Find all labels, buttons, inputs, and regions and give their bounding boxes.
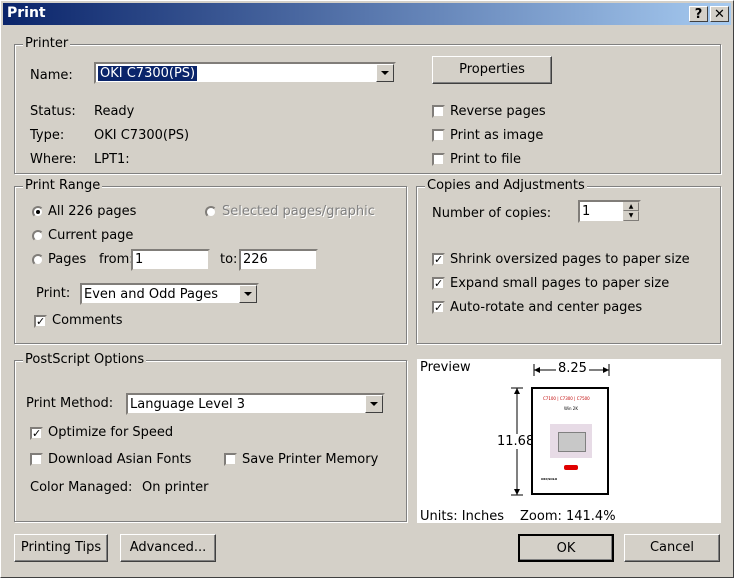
pages-radio[interactable] [32, 254, 44, 266]
shrink-label[interactable]: Shrink oversized pages to paper size [450, 252, 690, 267]
optimize-checkbox[interactable]: ✓ [30, 427, 43, 440]
download-fonts-label[interactable]: Download Asian Fonts [48, 452, 191, 467]
current-page-label[interactable]: Current page [48, 228, 133, 243]
from-input[interactable]: 1 [131, 249, 210, 271]
status-label: Status: [30, 104, 76, 119]
zoom-label: Zoom: 141.4% [520, 509, 616, 524]
save-memory-checkbox[interactable] [224, 453, 237, 466]
chevron-down-icon[interactable] [239, 285, 257, 303]
print-method-label: Print Method: [26, 396, 114, 411]
print-subset-select[interactable]: Even and Odd Pages [80, 283, 259, 305]
spin-up-icon[interactable]: ▲ [623, 202, 639, 211]
to-input[interactable]: 226 [239, 249, 318, 271]
printer-image [550, 424, 592, 458]
cancel-button[interactable]: Cancel [624, 534, 720, 562]
print-as-image-checkbox[interactable] [432, 129, 445, 142]
save-memory-label[interactable]: Save Printer Memory [242, 452, 378, 467]
num-copies-label: Number of copies: [432, 206, 552, 221]
autorotate-label[interactable]: Auto-rotate and center pages [450, 300, 642, 315]
reverse-pages-checkbox[interactable] [432, 105, 445, 118]
shrink-checkbox[interactable]: ✓ [432, 253, 445, 266]
printing-tips-button[interactable]: Printing Tips [14, 534, 108, 562]
selected-label: Selected pages/graphic [222, 204, 375, 219]
spin-down-icon[interactable]: ▼ [623, 211, 639, 221]
properties-button[interactable]: Properties [432, 56, 552, 84]
copies-group-label: Copies and Adjustments [425, 178, 587, 193]
title-bar[interactable]: Print ? ✕ [3, 3, 731, 25]
postscript-group-label: PostScript Options [23, 352, 147, 367]
printer-name-value: OKI C7300(PS) [96, 65, 199, 82]
printer-group-label: Printer [23, 36, 71, 51]
selected-radio [205, 206, 217, 218]
current-page-radio[interactable] [32, 230, 44, 242]
optimize-label[interactable]: Optimize for Speed [48, 425, 173, 440]
status-value: Ready [94, 104, 135, 119]
all-pages-label[interactable]: All 226 pages [48, 204, 136, 219]
type-label: Type: [30, 128, 65, 143]
page-thumbnail: C7100 | C7300 | C7500 Win 2K OKI/SOLO [531, 387, 609, 495]
width-dimension: 8.25 [556, 361, 589, 376]
download-fonts-checkbox[interactable] [30, 453, 43, 466]
print-as-image-label[interactable]: Print as image [450, 128, 543, 143]
ok-button[interactable]: OK [518, 534, 614, 562]
comments-label[interactable]: Comments [52, 313, 122, 328]
comments-checkbox[interactable]: ✓ [34, 315, 47, 328]
type-value: OKI C7300(PS) [94, 128, 190, 143]
autorotate-checkbox[interactable]: ✓ [432, 301, 445, 314]
expand-checkbox[interactable]: ✓ [432, 277, 445, 290]
num-copies-stepper[interactable]: 1 ▲ ▼ [578, 200, 641, 223]
reverse-pages-label[interactable]: Reverse pages [450, 104, 546, 119]
color-managed-label: Color Managed: [30, 480, 133, 495]
from-label: from: [99, 252, 134, 267]
window-title: Print [7, 5, 46, 21]
advanced-button[interactable]: Advanced... [120, 534, 216, 562]
print-method-select[interactable]: Language Level 3 [126, 393, 385, 415]
print-label: Print: [36, 286, 71, 301]
num-copies-value: 1 [582, 204, 591, 219]
expand-label[interactable]: Expand small pages to paper size [450, 276, 669, 291]
chevron-down-icon[interactable] [365, 395, 383, 413]
print-to-file-label[interactable]: Print to file [450, 152, 521, 167]
color-managed-value: On printer [142, 480, 209, 495]
preview-panel: Preview 8.25 11.68 C7100 | C7300 | C7500… [417, 359, 721, 524]
page-header-text: C7100 | C7300 | C7500 [543, 396, 590, 401]
where-value: LPT1: [94, 152, 130, 167]
printer-name-select[interactable]: OKI C7300(PS) [94, 62, 396, 84]
help-button[interactable]: ? [689, 6, 708, 22]
height-dimension: 11.68 [497, 434, 535, 449]
units-label: Units: Inches [420, 509, 504, 524]
chevron-down-icon[interactable] [376, 64, 394, 82]
postscript-group: PostScript Options [14, 352, 407, 522]
page-footer-text: OKI/SOLO [541, 477, 558, 481]
name-label: Name: [30, 68, 73, 83]
to-label: to: [220, 252, 238, 267]
all-pages-radio[interactable] [32, 206, 44, 218]
pages-label[interactable]: Pages [48, 252, 86, 267]
print-to-file-checkbox[interactable] [432, 153, 445, 166]
page-sub-text: Win 2K [564, 406, 578, 411]
print-dialog: Print ? ✕ Printer Name: OKI C7300(PS) Pr… [0, 0, 734, 578]
print-subset-value: Even and Odd Pages [84, 287, 218, 302]
red-logo [564, 465, 578, 470]
where-label: Where: [30, 152, 77, 167]
print-method-value: Language Level 3 [130, 397, 246, 412]
close-button[interactable]: ✕ [710, 6, 729, 22]
print-range-group-label: Print Range [23, 178, 103, 193]
